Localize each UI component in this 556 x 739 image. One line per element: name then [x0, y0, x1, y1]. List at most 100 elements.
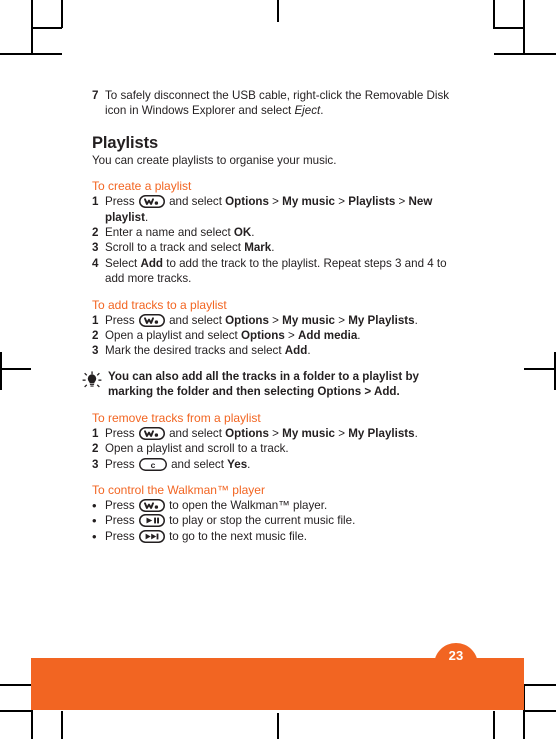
- lightbulb-icon: [82, 369, 108, 394]
- fold-mark-bottom-center: [277, 713, 279, 739]
- emphasised-term: My music: [282, 313, 336, 327]
- emphasised-term: Playlists: [348, 195, 396, 209]
- bullet-icon: •: [92, 497, 97, 513]
- page-number: 23: [448, 648, 464, 663]
- bullet-text: Press to go to the next music file.: [105, 529, 307, 543]
- procedure-step: 2 Open a playlist and select Options > Ad…: [92, 328, 466, 343]
- procedure-title: To control the Walkman™ player: [92, 482, 265, 497]
- procedure-step: 3 Press c and select Yes.: [92, 457, 466, 472]
- procedure-step: 1 Press and select Options > My music > P…: [92, 194, 466, 225]
- step-text: Enter a name and select OK.: [105, 226, 255, 240]
- page-title: Playlists: [92, 133, 159, 152]
- procedure-bullet: • Press to play or stop the current music…: [92, 513, 466, 528]
- procedure: To create a playlist 1 Press and select Op…: [92, 178, 466, 286]
- emphasised-term: Add: [140, 256, 163, 270]
- emphasised-term: Yes: [227, 457, 248, 471]
- step-text-italic: Eject: [294, 104, 321, 118]
- step-text-part2: .: [320, 104, 324, 118]
- crop-mark-bottom-right: [493, 711, 495, 739]
- procedure-step: 2 Enter a name and select OK.: [92, 225, 466, 240]
- emphasised-term: Options: [317, 385, 362, 399]
- step-text-part1: To safely disconnect the USB cable, righ…: [105, 89, 450, 118]
- bullet-icon: •: [92, 528, 97, 544]
- page-content: 7 To safely disconnect the USB cable, ri…: [82, 88, 466, 554]
- crop-mark-bottom-left: [0, 710, 31, 712]
- fold-mark-left-middle: [0, 352, 2, 390]
- crop-mark-bottom-right: [524, 710, 556, 712]
- emphasised-term: My music: [282, 195, 336, 209]
- procedure-step: 2 Open a playlist and scroll to a track.: [92, 441, 466, 456]
- step-text: Mark the desired tracks and select Add.: [105, 344, 311, 358]
- step-text: Open a playlist and scroll to a track.: [105, 442, 289, 456]
- emphasised-term: My Playlists: [348, 426, 415, 440]
- procedure: To add tracks to a playlist 1 Press and se…: [92, 297, 466, 359]
- fold-mark-right-middle: [524, 368, 555, 370]
- svg-text:c: c: [150, 459, 155, 469]
- emphasised-term: Add media: [298, 329, 358, 343]
- walkman-key: [138, 195, 165, 209]
- emphasised-term: My Playlists: [348, 313, 415, 327]
- step-text: Press and select Options > My music > Pl…: [105, 195, 433, 224]
- procedure-title: To remove tracks from a playlist: [92, 410, 261, 425]
- procedure: To control the Walkman™ player • Press to …: [92, 482, 466, 544]
- step-number: 4: [92, 256, 99, 270]
- continued-step: 7 To safely disconnect the USB cable, ri…: [92, 88, 466, 119]
- emphasised-term: Add: [284, 344, 308, 358]
- step-text: Scroll to a track and select Mark.: [105, 241, 275, 255]
- procedure-title: To create a playlist: [92, 179, 192, 194]
- walkman-key: [138, 313, 165, 327]
- step-number: 1: [92, 426, 99, 440]
- procedure-step: 4 Select Add to add the track to the play…: [92, 256, 466, 287]
- step-number: 3: [92, 241, 99, 255]
- step-number: 2: [92, 442, 99, 456]
- crop-mark-top-left: [31, 27, 62, 29]
- procedure-bullet: • Press to go to the next music file.: [92, 529, 466, 544]
- step-number: 3: [92, 457, 99, 471]
- step-text: To safely disconnect the USB cable, righ…: [105, 88, 466, 119]
- procedure: To remove tracks from a playlist 1 Press a…: [92, 410, 466, 472]
- fold-mark-left-middle: [0, 368, 31, 370]
- emphasised-term: My music: [282, 426, 336, 440]
- procedure-title: To add tracks to a playlist: [92, 297, 227, 312]
- emphasised-term: Options: [240, 329, 285, 343]
- section-intro: You can create playlists to organise you…: [92, 153, 337, 167]
- fold-mark-right-middle: [554, 352, 556, 390]
- step-number: 7: [92, 89, 99, 102]
- tip-box: You can also add all the tracks in a fol…: [82, 369, 466, 400]
- procedure-step: 1 Press and select Options > My music > M…: [92, 426, 466, 441]
- step-number: 3: [92, 344, 99, 358]
- emphasised-term: OK: [233, 226, 252, 240]
- crop-mark-top-right: [493, 0, 495, 28]
- tip-text: You can also add all the tracks in a fol…: [108, 369, 419, 399]
- procedure-step: 3 Mark the desired tracks and select Add.: [92, 343, 466, 358]
- procedure-step: 3 Scroll to a track and select Mark.: [92, 240, 466, 255]
- bullet-icon: •: [92, 513, 97, 529]
- fold-mark-top-center: [277, 0, 279, 22]
- walkman-key: [138, 426, 165, 440]
- crop-mark-top-right: [493, 27, 524, 29]
- step-number: 1: [92, 313, 99, 327]
- step-text: Select Add to add the track to the playl…: [105, 256, 447, 286]
- procedure-list: To create a playlist 1 Press and select Op…: [82, 178, 466, 554]
- emphasised-term: Options: [225, 195, 269, 209]
- emphasised-term: Add: [373, 385, 397, 399]
- step-text: Press and select Options > My music > My…: [105, 313, 418, 327]
- footer-bar: [31, 658, 524, 710]
- play-pause-key: [138, 514, 165, 528]
- step-text: Press c and select Yes.: [105, 457, 251, 471]
- bullet-text: Press to play or stop the current music …: [105, 514, 356, 528]
- crop-mark-top-left: [61, 0, 63, 28]
- bullet-text: Press to open the Walkman™ player.: [105, 498, 328, 512]
- clear-key: c: [138, 457, 167, 471]
- emphasised-term: Options: [225, 426, 269, 440]
- crop-mark-top-left: [0, 53, 62, 55]
- step-text: Press and select Options > My music > My…: [105, 426, 418, 440]
- step-number: 1: [92, 195, 99, 209]
- step-number: 2: [92, 226, 99, 240]
- next-track-key: [138, 529, 165, 543]
- emphasised-term: Mark: [244, 241, 272, 255]
- emphasised-term: Options: [225, 313, 269, 327]
